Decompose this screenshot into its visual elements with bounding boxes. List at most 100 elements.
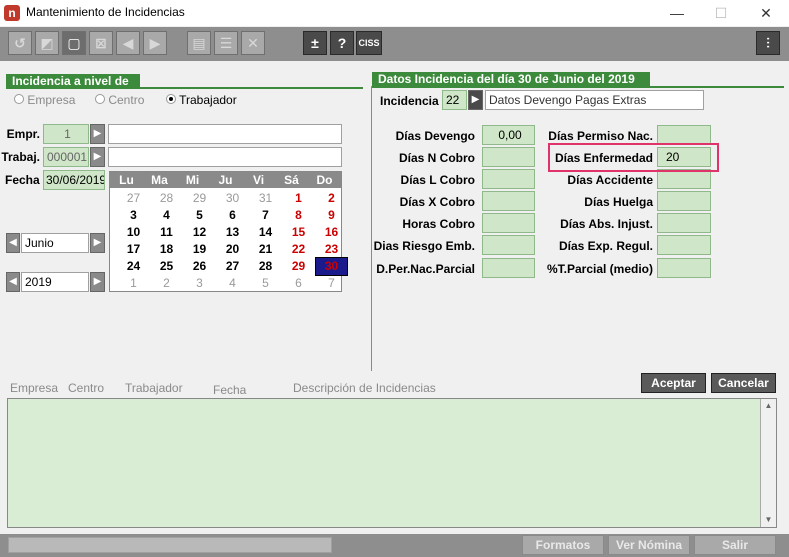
calendar-day[interactable]: 3 bbox=[118, 207, 149, 224]
radio-empresa-dot[interactable] bbox=[14, 94, 24, 104]
calendar-day[interactable]: 17 bbox=[118, 241, 149, 258]
calendar-day[interactable]: 29 bbox=[283, 258, 314, 275]
calendar-day[interactable]: 31 bbox=[250, 190, 281, 207]
calendar-day[interactable]: 28 bbox=[250, 258, 281, 275]
datos-left-field[interactable]: 0,00 bbox=[482, 125, 535, 145]
scroll-down-icon[interactable]: ▼ bbox=[761, 513, 776, 527]
incidencia-desc-field[interactable]: Datos Devengo Pagas Extras bbox=[485, 90, 704, 110]
ciss-button[interactable]: CISS bbox=[356, 31, 382, 55]
list-scrollbar[interactable]: ▲ ▼ bbox=[760, 399, 776, 527]
datos-left-field[interactable] bbox=[482, 213, 535, 233]
calendar-day[interactable]: 27 bbox=[118, 190, 149, 207]
calendar-day[interactable]: 7 bbox=[316, 275, 347, 292]
radio-empresa[interactable]: Empresa bbox=[14, 93, 75, 107]
datos-right-field[interactable] bbox=[657, 258, 711, 278]
datos-left-field[interactable] bbox=[482, 147, 535, 167]
calendar-day[interactable]: 29 bbox=[184, 190, 215, 207]
cancel-button[interactable]: Cancelar bbox=[711, 373, 776, 393]
calendar-day[interactable]: 8 bbox=[283, 207, 314, 224]
calendar-day[interactable]: 10 bbox=[118, 224, 149, 241]
empr-lookup-button[interactable]: ▶ bbox=[90, 124, 105, 144]
year-next-button[interactable]: ▶ bbox=[90, 272, 105, 292]
refresh-icon[interactable]: ↺ bbox=[8, 31, 32, 55]
settings-sliders-icon[interactable]: ⫶ bbox=[756, 31, 780, 55]
calendar-day[interactable]: 25 bbox=[151, 258, 182, 275]
salir-button[interactable]: Salir bbox=[694, 535, 776, 555]
datos-right-field[interactable] bbox=[657, 235, 711, 255]
datos-left-field[interactable] bbox=[482, 191, 535, 211]
year-prev-button[interactable]: ◀ bbox=[6, 272, 20, 292]
calendar-day[interactable]: 1 bbox=[283, 190, 314, 207]
previous-icon[interactable]: ◀ bbox=[116, 31, 140, 55]
delete-icon[interactable]: ⊠ bbox=[89, 31, 113, 55]
calendar-day[interactable]: 24 bbox=[118, 258, 149, 275]
close-icon[interactable]: ✕ bbox=[744, 0, 788, 26]
excel-icon[interactable]: ✕ bbox=[241, 31, 265, 55]
calendar-day[interactable]: 22 bbox=[283, 241, 314, 258]
help-button[interactable]: ? bbox=[330, 31, 354, 55]
calendar-day[interactable]: 6 bbox=[217, 207, 248, 224]
calendar-day[interactable]: 4 bbox=[151, 207, 182, 224]
calendar-day[interactable]: 7 bbox=[250, 207, 281, 224]
calendar-day[interactable]: 2 bbox=[151, 275, 182, 292]
datos-right-field[interactable] bbox=[657, 125, 711, 145]
trabaj-lookup-button[interactable]: ▶ bbox=[90, 147, 105, 167]
calendar-day[interactable]: 28 bbox=[151, 190, 182, 207]
trabaj-name-field[interactable] bbox=[108, 147, 342, 167]
accept-button[interactable]: Aceptar bbox=[641, 373, 706, 393]
calendar-day[interactable]: 12 bbox=[184, 224, 215, 241]
calendar-day[interactable]: 20 bbox=[217, 241, 248, 258]
plus-minus-button[interactable]: ± bbox=[303, 31, 327, 55]
empr-name-field[interactable] bbox=[108, 124, 342, 144]
calendar-day[interactable]: 30 bbox=[315, 257, 348, 276]
calendar-day[interactable]: 14 bbox=[250, 224, 281, 241]
calendar-day[interactable]: 13 bbox=[217, 224, 248, 241]
calendar-day[interactable]: 19 bbox=[184, 241, 215, 258]
calendar-day[interactable]: 5 bbox=[250, 275, 281, 292]
ver-nomina-button[interactable]: Ver Nómina bbox=[608, 535, 690, 555]
list-icon[interactable]: ☰ bbox=[214, 31, 238, 55]
maximize-icon[interactable]: ☐ bbox=[699, 0, 743, 26]
datos-left-field[interactable] bbox=[482, 258, 535, 278]
datos-right-field[interactable] bbox=[657, 213, 711, 233]
radio-centro[interactable]: Centro bbox=[95, 93, 144, 107]
radio-trabajador-dot[interactable] bbox=[166, 94, 176, 104]
empr-field[interactable]: 1 bbox=[43, 124, 89, 144]
calendar-day[interactable]: 5 bbox=[184, 207, 215, 224]
year-field[interactable]: 2019 bbox=[21, 272, 89, 292]
calendar-day[interactable]: 1 bbox=[118, 275, 149, 292]
formatos-button[interactable]: Formatos bbox=[522, 535, 604, 555]
calendar-day[interactable]: 3 bbox=[184, 275, 215, 292]
trabaj-field[interactable]: 000001 bbox=[43, 147, 89, 167]
calendar-day[interactable]: 27 bbox=[217, 258, 248, 275]
minimize-icon[interactable]: — bbox=[655, 0, 699, 26]
calendar-day[interactable]: 18 bbox=[151, 241, 182, 258]
calendar-day[interactable]: 6 bbox=[283, 275, 314, 292]
datos-right-field[interactable] bbox=[657, 191, 711, 211]
calendar-day[interactable]: 30 bbox=[217, 190, 248, 207]
month-prev-button[interactable]: ◀ bbox=[6, 233, 20, 253]
calendar-day[interactable]: 9 bbox=[316, 207, 347, 224]
fecha-field[interactable]: 30/06/2019 bbox=[43, 170, 105, 190]
next-icon[interactable]: ▶ bbox=[143, 31, 167, 55]
calendar-day[interactable]: 4 bbox=[217, 275, 248, 292]
new-record-icon[interactable]: ▢ bbox=[62, 31, 86, 55]
incidencia-code-field[interactable]: 22 bbox=[442, 90, 467, 110]
month-field[interactable]: Junio bbox=[21, 233, 89, 253]
calendar-day[interactable]: 16 bbox=[316, 224, 347, 241]
calendar-day[interactable]: 21 bbox=[250, 241, 281, 258]
undo-icon[interactable]: ◩ bbox=[35, 31, 59, 55]
calendar-day[interactable]: 26 bbox=[184, 258, 215, 275]
calendar-day[interactable]: 23 bbox=[316, 241, 347, 258]
radio-trabajador[interactable]: Trabajador bbox=[166, 93, 237, 107]
radio-centro-dot[interactable] bbox=[95, 94, 105, 104]
print-icon[interactable]: ▤ bbox=[187, 31, 211, 55]
calendar-day[interactable]: 2 bbox=[316, 190, 347, 207]
calendar-day[interactable]: 11 bbox=[151, 224, 182, 241]
datos-left-field[interactable] bbox=[482, 169, 535, 189]
incidencia-lookup-button[interactable]: ▶ bbox=[468, 90, 483, 110]
datos-left-field[interactable] bbox=[482, 235, 535, 255]
scroll-up-icon[interactable]: ▲ bbox=[761, 399, 776, 413]
calendar-day[interactable]: 15 bbox=[283, 224, 314, 241]
incidencias-list[interactable]: ▲ ▼ bbox=[7, 398, 777, 528]
